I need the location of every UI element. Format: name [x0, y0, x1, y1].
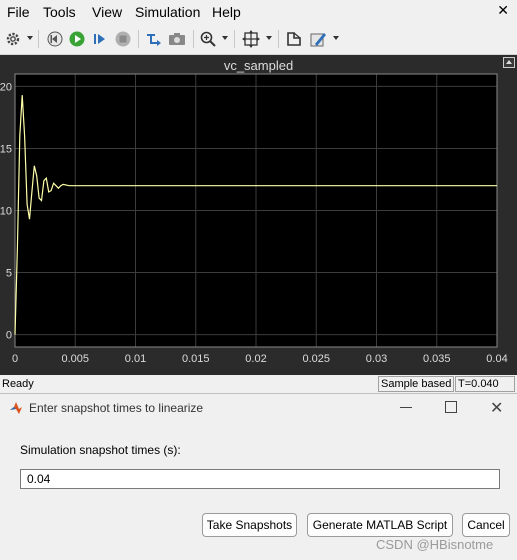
maximize-icon[interactable] [445, 401, 457, 413]
separator [38, 30, 39, 48]
fit-to-view-icon[interactable] [241, 29, 261, 49]
dialog-title: Enter snapshot times to linearize [29, 401, 204, 415]
scope-display: 0 0.005 0.01 0.015 0.02 0.025 0.03 0.035 0.04 0 5 1… [0, 55, 517, 375]
x-tick-label: 0.01 [125, 353, 146, 365]
menu-view[interactable]: View [92, 4, 122, 20]
toolbar [0, 24, 517, 55]
x-tick-label: 0.025 [302, 353, 330, 365]
x-tick-label: 0.015 [182, 353, 210, 365]
stop-icon[interactable] [113, 29, 133, 49]
menu-file[interactable]: File [7, 4, 30, 20]
menu-simulation[interactable]: Simulation [135, 4, 200, 20]
status-ready: Ready [2, 378, 34, 390]
chevron-down-icon[interactable] [222, 36, 228, 40]
select-signal-icon[interactable] [144, 29, 164, 49]
x-tick-label: 0.035 [423, 353, 451, 365]
x-tick-label: 0.04 [486, 353, 507, 365]
snapshot-times-input[interactable] [20, 469, 500, 489]
generate-matlab-script-button[interactable]: Generate MATLAB Script [307, 513, 453, 537]
camera-icon[interactable] [167, 29, 187, 49]
separator [138, 30, 139, 48]
menu-bar: File Tools View Simulation Help ✕ [0, 0, 517, 24]
y-tick-label: 20 [0, 81, 12, 93]
close-icon[interactable]: ✕ [497, 2, 509, 19]
cursor-icon[interactable] [284, 29, 304, 49]
style-icon[interactable] [308, 29, 328, 49]
y-tick-label: 0 [6, 330, 12, 342]
x-tick-label: 0.02 [245, 353, 266, 365]
watermark: CSDN @HBisnotme [376, 537, 494, 552]
back-icon[interactable] [45, 29, 65, 49]
run-icon[interactable] [67, 29, 87, 49]
cancel-button[interactable]: Cancel [462, 513, 510, 537]
gear-icon[interactable] [3, 29, 23, 49]
chevron-down-icon[interactable] [27, 36, 33, 40]
status-bar: Ready Sample based T=0.040 [0, 375, 517, 393]
y-tick-label: 5 [6, 268, 12, 280]
x-tick-label: 0.03 [366, 353, 387, 365]
x-tick-label: 0.005 [61, 353, 89, 365]
chevron-down-icon[interactable] [333, 36, 339, 40]
status-sample-mode: Sample based [378, 376, 455, 392]
chevron-down-icon[interactable] [266, 36, 272, 40]
y-tick-label: 10 [0, 206, 12, 218]
x-tick-label: 0 [12, 353, 18, 365]
close-icon[interactable]: ✕ [490, 398, 503, 418]
scope-title: vc_sampled [223, 58, 294, 73]
snapshot-times-label: Simulation snapshot times (s): [20, 443, 181, 457]
undock-icon[interactable] [503, 57, 515, 68]
step-forward-icon[interactable] [90, 29, 110, 49]
separator [193, 30, 194, 48]
status-time: T=0.040 [455, 376, 515, 392]
y-tick-label: 15 [0, 143, 12, 155]
zoom-icon[interactable] [198, 29, 218, 49]
minimize-icon[interactable] [400, 407, 412, 408]
separator [278, 30, 279, 48]
matlab-logo-icon [9, 401, 23, 415]
take-snapshots-button[interactable]: Take Snapshots [202, 513, 297, 537]
menu-help[interactable]: Help [212, 4, 241, 20]
snapshot-dialog: Enter snapshot times to linearize ✕ Simu… [0, 393, 517, 560]
menu-tools[interactable]: Tools [43, 4, 76, 20]
separator [234, 30, 235, 48]
